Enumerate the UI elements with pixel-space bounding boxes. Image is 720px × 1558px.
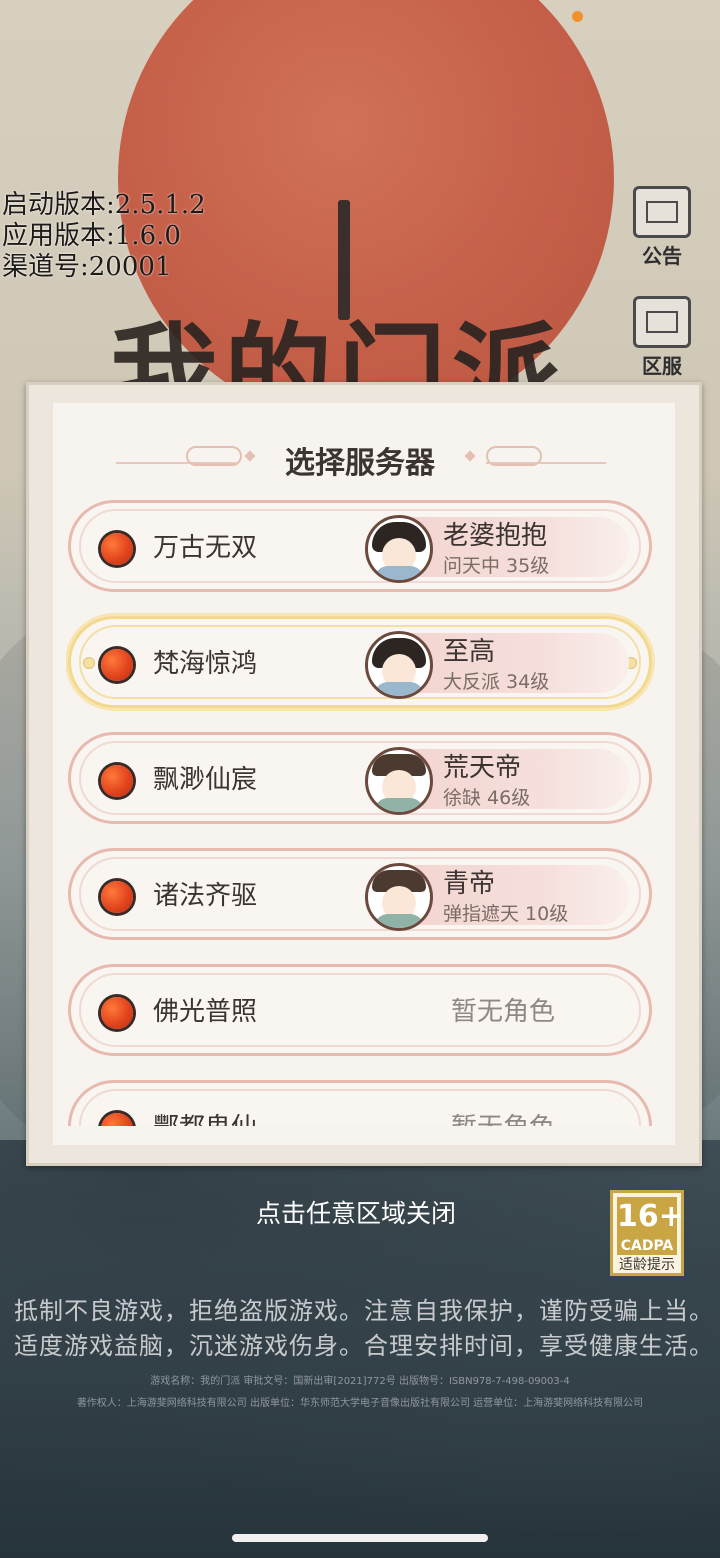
character-level: 问天中 35级 xyxy=(443,555,550,577)
health-notice-line: 适度游戏益脑，沉迷游戏伤身。合理安排时间，享受健康生活。 xyxy=(14,1332,714,1360)
launch-version: 启动版本:2.5.1.2 xyxy=(2,190,206,220)
version-info: 启动版本:2.5.1.2 应用版本:1.6.0 渠道号:20001 xyxy=(2,190,206,283)
publish-info: 著作权人：上海游斐网络科技有限公司 出版单位：华东师范大学电子音像出版社有限公司… xyxy=(76,1398,644,1409)
server-name: 梵海惊鸿 xyxy=(153,649,258,679)
announcement-button[interactable]: 公告 xyxy=(620,186,704,276)
character-level: 大反派 34级 xyxy=(443,671,550,693)
health-notice-line: 抵制不良游戏，拒绝盗版游戏。注意自我保护，谨防受骗上当。 xyxy=(14,1297,714,1325)
home-indicator[interactable] xyxy=(232,1534,488,1542)
character-name: 青帝 xyxy=(443,869,496,899)
character-avatar xyxy=(365,515,433,583)
server-row-selected[interactable]: 梵海惊鸿 至高 大反派 34级 xyxy=(68,616,652,708)
character-level: 弹指遮天 10级 xyxy=(443,903,569,925)
server-status-icon xyxy=(101,997,133,1029)
close-hint[interactable]: 点击任意区域关闭 xyxy=(0,1194,712,1230)
health-notice: 抵制不良游戏，拒绝盗版游戏。注意自我保护，谨防受骗上当。 适度游戏益脑，沉迷游戏… xyxy=(14,1294,714,1364)
server-name: 万古无双 xyxy=(153,533,258,563)
no-character-label: 暂无角色 xyxy=(451,997,556,1027)
server-status-icon xyxy=(101,765,133,797)
age-rating: 16+ xyxy=(617,1197,684,1237)
server-row[interactable]: 佛光普照 暂无角色 xyxy=(68,964,652,1056)
server-status-icon xyxy=(101,533,133,565)
notification-dot xyxy=(572,11,583,22)
rating-org: CADPA xyxy=(617,1237,677,1255)
no-character-label: 暂无角色 xyxy=(451,1107,555,1126)
server-name: 飘渺仙宸 xyxy=(153,765,258,795)
server-name: 诸法齐驱 xyxy=(153,881,258,911)
server-status-icon xyxy=(101,649,133,681)
server-row[interactable]: 飘渺仙宸 荒天帝 徐缺 46级 xyxy=(68,732,652,824)
age-hint-label: 适龄提示 xyxy=(619,1257,675,1273)
server-label: 区服 xyxy=(642,354,682,378)
character-level: 徐缺 46级 xyxy=(443,787,531,809)
scroll-icon xyxy=(633,296,691,348)
channel-number: 渠道号:20001 xyxy=(2,252,172,282)
announcement-label: 公告 xyxy=(642,244,682,268)
selected-marker-icon xyxy=(83,657,95,669)
title-divider-right xyxy=(486,462,606,464)
server-list[interactable]: 万古无双 老婆抱抱 问天中 35级 梵海惊鸿 至高 大反派 34级 飘渺仙宸 荒… xyxy=(66,500,656,1126)
server-name: 佛光普照 xyxy=(153,997,258,1027)
server-row[interactable]: 酆都鬼仙 暂无角色 xyxy=(68,1080,652,1126)
publish-info: 游戏名称：我的门派 审批文号：国新出审[2021]772号 出版物号：ISBN9… xyxy=(150,1376,570,1387)
temple-icon xyxy=(633,186,691,238)
server-button[interactable]: 区服 xyxy=(620,296,704,386)
character-name: 荒天帝 xyxy=(443,753,522,783)
server-row[interactable]: 万古无双 老婆抱抱 问天中 35级 xyxy=(68,500,652,592)
character-avatar xyxy=(365,631,433,699)
age-rating-badge[interactable]: 16+ CADPA 适龄提示 xyxy=(610,1190,684,1276)
character-avatar xyxy=(365,863,433,931)
server-row[interactable]: 诸法齐驱 青帝 弹指遮天 10级 xyxy=(68,848,652,940)
character-name: 老婆抱抱 xyxy=(443,521,548,551)
character-name: 至高 xyxy=(443,637,496,667)
app-version: 应用版本:1.6.0 xyxy=(2,221,181,251)
dialog-title: 选择服务器 xyxy=(285,446,435,481)
server-status-icon xyxy=(101,881,133,913)
character-avatar xyxy=(365,747,433,815)
server-name: 酆都鬼仙 xyxy=(153,1107,257,1126)
